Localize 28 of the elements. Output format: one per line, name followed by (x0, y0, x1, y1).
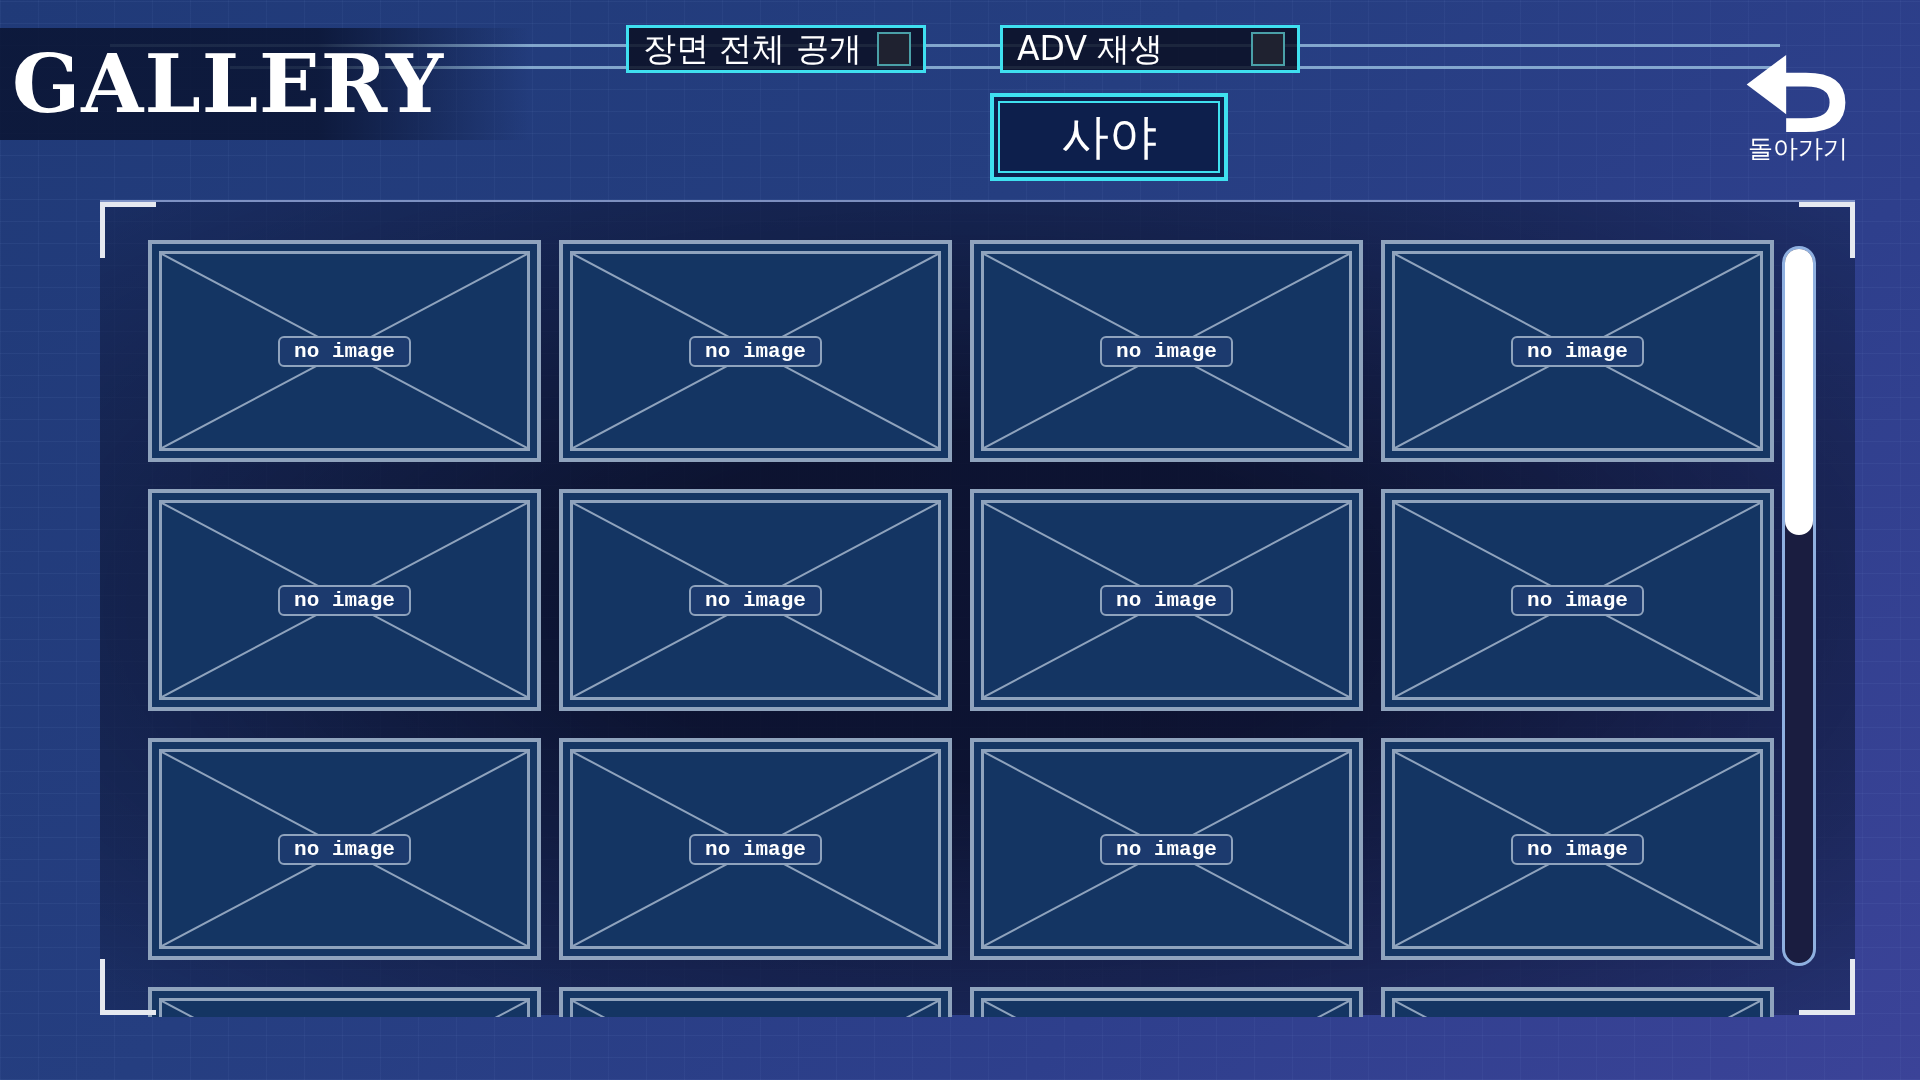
gallery-thumbnail[interactable]: no image (970, 738, 1363, 960)
gallery-thumbnail[interactable]: no image (970, 240, 1363, 462)
no-image-label: no image (1511, 335, 1644, 367)
no-image-label: no image (1100, 584, 1233, 616)
no-image-label: no image (278, 584, 411, 616)
toggle-button[interactable]: ADV 재생 (1000, 25, 1300, 73)
toggle-button[interactable]: 장면 전체 공개 (626, 25, 926, 73)
gallery-thumbnail[interactable]: no image (970, 489, 1363, 711)
gallery-thumbnail[interactable]: no image (1381, 240, 1774, 462)
gallery-thumbnail[interactable]: no image (1381, 489, 1774, 711)
gallery-thumbnail[interactable]: no image (148, 240, 541, 462)
no-image-label: no image (1511, 584, 1644, 616)
gallery-thumbnail[interactable]: no image (148, 489, 541, 711)
gallery-thumbnail[interactable]: no image (559, 738, 952, 960)
gallery-thumbnail[interactable]: no image (559, 489, 952, 711)
gallery-thumbnail[interactable]: no image (148, 738, 541, 960)
back-button[interactable]: 돌아가기 (1746, 55, 1850, 165)
no-image-label: no image (689, 335, 822, 367)
no-image-label: no image (689, 584, 822, 616)
no-image-label: no image (689, 833, 822, 865)
no-image-label: no image (278, 833, 411, 865)
gallery-thumbnail[interactable]: no image (1381, 738, 1774, 960)
no-image-label: no image (1100, 335, 1233, 367)
character-tab[interactable]: 사야 (990, 93, 1228, 181)
no-image-label: no image (1511, 833, 1644, 865)
no-image-label: no image (1100, 833, 1233, 865)
no-image-label: no image (278, 335, 411, 367)
gallery-thumbnail[interactable]: no image (559, 240, 952, 462)
